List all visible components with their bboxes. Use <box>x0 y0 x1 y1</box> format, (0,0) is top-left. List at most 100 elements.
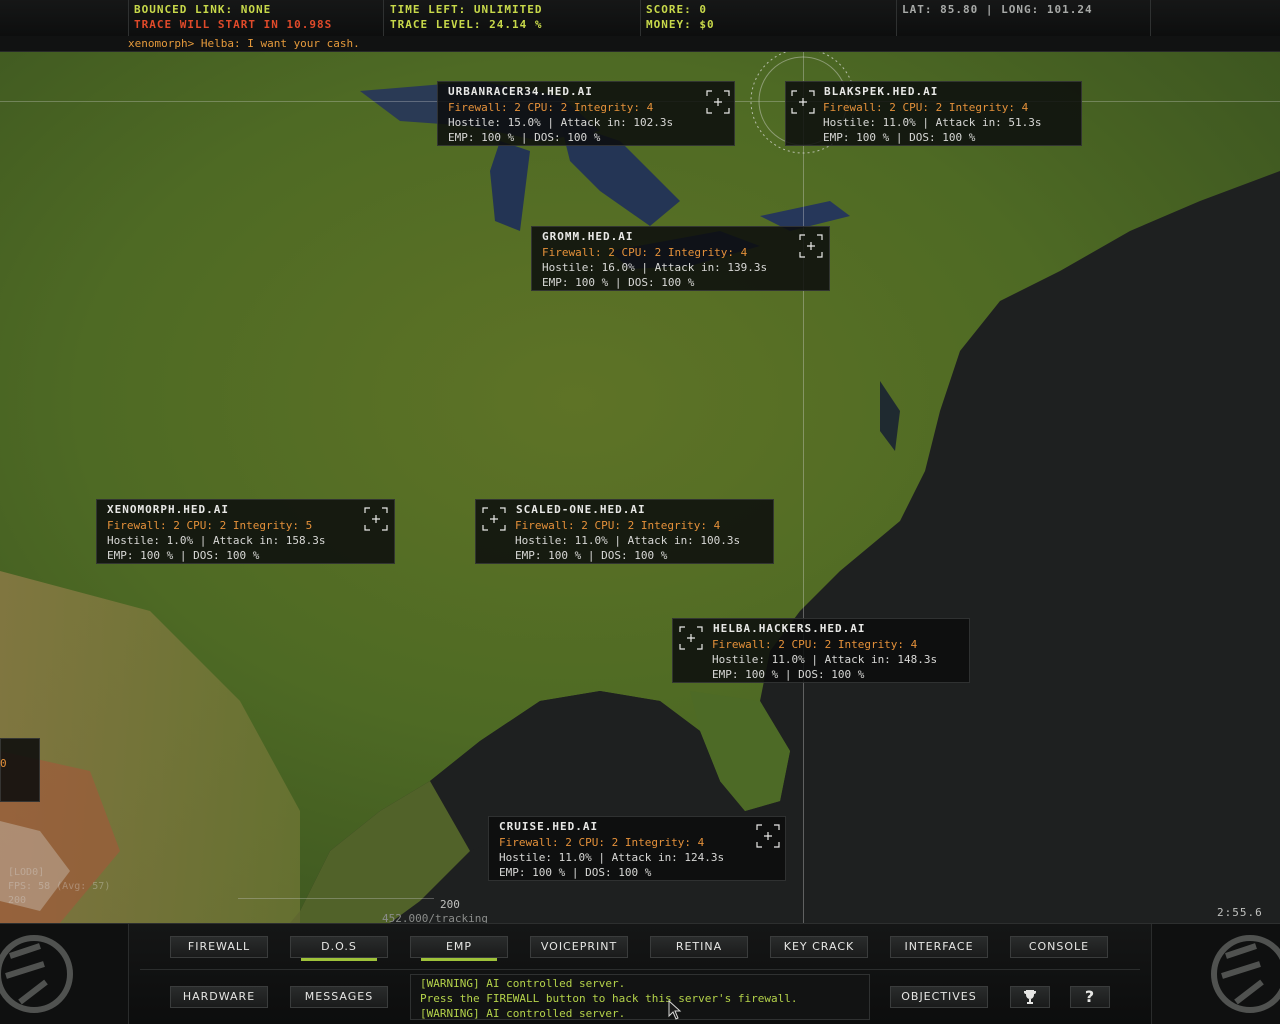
server-firewall-stats: Firewall: 2 CPU: 2 Integrity: 5 <box>107 519 313 532</box>
lat-long-readout: LAT: 85.80 | LONG: 101.24 <box>902 3 1093 16</box>
server-emp-dos-stats: EMP: 100 % | DOS: 100 % <box>515 549 668 562</box>
trace-warning: Trace will start in 10.98s <box>134 18 333 31</box>
hed-logo-icon <box>1211 935 1280 1013</box>
server-firewall-stats: Firewall: 2 CPU: 2 Integrity: 4 <box>712 638 918 651</box>
server-name: xenomorph.hed.ai <box>107 503 229 516</box>
debug-value: 200 <box>8 895 27 906</box>
server-panel-blakspek[interactable]: BlakSpek.hed.ai Firewall: 2 CPU: 2 Integ… <box>785 81 1082 146</box>
server-emp-dos-stats: EMP: 100 % | DOS: 100 % <box>823 131 976 144</box>
hud-divider <box>640 0 641 36</box>
chat-bar: xenomorph> Helba: I want your cash. <box>0 36 1280 52</box>
server-name: urbanracer34.hed.ai <box>448 85 593 98</box>
server-panel-scaled-one[interactable]: scaled-one.hed.ai Firewall: 2 CPU: 2 Int… <box>475 499 774 564</box>
server-hostile-stats: Hostile: 11.0% | Attack in: 148.3s <box>712 653 938 666</box>
game-screen: urbanracer34.hed.ai Firewall: 2 CPU: 2 I… <box>0 0 1280 1024</box>
debug-fps: FPS: 58 (Avg: 57) <box>8 881 111 892</box>
server-emp-dos-stats: EMP: 100 % | DOS: 100 % <box>107 549 260 562</box>
score: Score: 0 <box>646 3 707 16</box>
hud-divider <box>383 0 384 36</box>
server-firewall-stats: Firewall: 2 CPU: 2 Integrity: 4 <box>499 836 705 849</box>
debug-overlay: [LOD0] FPS: 58 (Avg: 57) 200 <box>8 866 110 908</box>
coords-block: LAT: 85.80 | LONG: 101.24 <box>902 2 1093 34</box>
server-name: scaled-one.hed.ai <box>516 503 646 516</box>
map-terrain <box>0 51 1280 923</box>
target-reticle-icon[interactable] <box>705 89 731 115</box>
server-hostile-stats: Hostile: 11.0% | Attack in: 100.3s <box>515 534 741 547</box>
dos-button[interactable]: D.O.S <box>290 936 388 961</box>
message-line: [WARNING] AI controlled server. <box>420 977 626 990</box>
time-trace-block: Time left: unlimited Trace level: 24.14 … <box>390 2 542 34</box>
target-reticle-icon[interactable] <box>363 506 389 532</box>
panel-divider <box>140 969 1140 970</box>
trophy-icon <box>1024 990 1036 1004</box>
debug-lod: [LOD0] <box>8 867 45 878</box>
key-crack-button[interactable]: Key Crack <box>770 936 868 958</box>
help-button[interactable]: ? <box>1070 986 1110 1008</box>
server-firewall-stats: Firewall: 2 CPU: 2 Integrity: 4 <box>515 519 721 532</box>
bottom-control-panel: Firewall D.O.S EMP Voiceprint Retina Key… <box>0 923 1280 1024</box>
firewall-button[interactable]: Firewall <box>170 936 268 958</box>
achievements-button[interactable] <box>1010 986 1050 1008</box>
interface-button[interactable]: Interface <box>890 936 988 958</box>
server-panel-gromm[interactable]: Gromm.hed.ai Firewall: 2 CPU: 2 Integrit… <box>531 226 830 291</box>
hardware-button[interactable]: Hardware <box>170 986 268 1008</box>
retina-button[interactable]: Retina <box>650 936 748 958</box>
top-hud: Bounced link: none Trace will start in 1… <box>0 0 1280 37</box>
target-reticle-icon[interactable] <box>798 233 824 259</box>
world-map[interactable] <box>0 51 1280 923</box>
server-hostile-stats: Hostile: 15.0% | Attack in: 102.3s <box>448 116 674 129</box>
server-panel-xenomorph[interactable]: xenomorph.hed.ai Firewall: 2 CPU: 2 Inte… <box>96 499 395 564</box>
hud-divider <box>1150 0 1151 36</box>
fps-scale-label: 200 <box>440 898 460 911</box>
target-reticle-icon[interactable] <box>678 625 704 651</box>
server-name: Helba.Hackers.hed.ai <box>713 622 866 635</box>
voiceprint-button[interactable]: Voiceprint <box>530 936 628 958</box>
server-hostile-stats: Hostile: 11.0% | Attack in: 124.3s <box>499 851 725 864</box>
server-panel-helba-hackers[interactable]: Helba.Hackers.hed.ai Firewall: 2 CPU: 2 … <box>672 618 970 683</box>
score-money-block: Score: 0 Money: $0 <box>646 2 715 34</box>
server-firewall-stats: Firewall: 2 CPU: 2 Integrity: 4 <box>823 101 1029 114</box>
trace-level: Trace level: 24.14 % <box>390 18 543 31</box>
server-panel-cruise[interactable]: cruise.hed.ai Firewall: 2 CPU: 2 Integri… <box>488 816 786 881</box>
crosshair-vertical <box>803 51 804 923</box>
message-line: [WARNING] AI controlled server. <box>420 1007 626 1020</box>
emp-button[interactable]: EMP <box>410 936 508 961</box>
chat-message: xenomorph> Helba: I want your cash. <box>128 37 360 50</box>
target-reticle-icon[interactable] <box>481 506 507 532</box>
help-icon: ? <box>1084 987 1096 1006</box>
server-emp-dos-stats: EMP: 100 % | DOS: 100 % <box>448 131 601 144</box>
messages-button[interactable]: Messages <box>290 986 388 1008</box>
hud-divider <box>896 0 897 36</box>
server-hostile-stats: Hostile: 1.0% | Attack in: 158.3s <box>107 534 326 547</box>
message-log: [WARNING] AI controlled server. Press th… <box>410 974 870 1020</box>
offscreen-server-panel[interactable]: 0 <box>0 738 40 802</box>
target-reticle-icon[interactable] <box>755 823 781 849</box>
server-hostile-stats: Hostile: 11.0% | Attack in: 51.3s <box>823 116 1042 129</box>
game-clock: 2:55.6 <box>1217 906 1263 919</box>
fps-scale <box>238 898 434 909</box>
message-line: Press the FIREWALL button to hack this s… <box>420 992 798 1005</box>
hed-logo-icon <box>0 935 73 1013</box>
mouse-cursor-icon <box>668 1000 682 1020</box>
server-firewall-stats: Firewall: 2 CPU: 2 Integrity: 4 <box>448 101 654 114</box>
server-hostile-stats: Hostile: 16.0% | Attack in: 139.3s <box>542 261 768 274</box>
bounced-link-status: Bounced link: none <box>134 3 272 16</box>
server-panel-urbanracer34[interactable]: urbanracer34.hed.ai Firewall: 2 CPU: 2 I… <box>437 81 735 146</box>
hud-divider <box>128 0 129 36</box>
link-status-block: Bounced link: none Trace will start in 1… <box>134 2 332 34</box>
server-emp-dos-stats: EMP: 100 % | DOS: 100 % <box>542 276 695 289</box>
logo-right <box>1151 924 1280 1024</box>
console-button[interactable]: Console <box>1010 936 1108 958</box>
server-name: cruise.hed.ai <box>499 820 599 833</box>
money: Money: $0 <box>646 18 715 31</box>
server-name: BlakSpek.hed.ai <box>824 85 939 98</box>
time-left: Time left: unlimited <box>390 3 543 16</box>
server-firewall-stats: Firewall: 2 CPU: 2 Integrity: 4 <box>542 246 748 259</box>
offscreen-server-text: 0 <box>0 757 7 770</box>
target-reticle-icon[interactable] <box>790 89 816 115</box>
server-name: Gromm.hed.ai <box>542 230 634 243</box>
server-emp-dos-stats: EMP: 100 % | DOS: 100 % <box>499 866 652 879</box>
server-emp-dos-stats: EMP: 100 % | DOS: 100 % <box>712 668 865 681</box>
logo-left <box>0 924 129 1024</box>
objectives-button[interactable]: Objectives <box>890 986 988 1008</box>
